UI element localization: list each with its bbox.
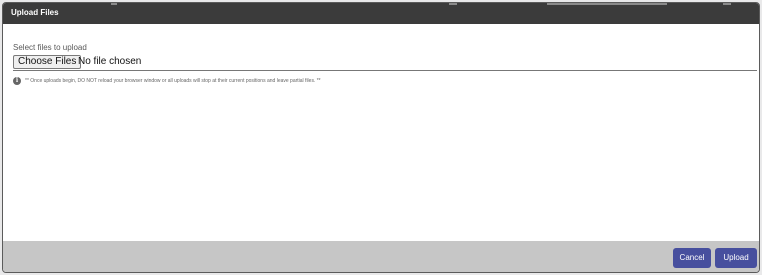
titlebar-decoration <box>547 3 667 5</box>
dialog-footer: Cancel Upload <box>3 241 759 273</box>
choose-files-button[interactable]: Choose Files <box>13 55 82 69</box>
dialog-body: Select files to upload Choose Files No f… <box>3 24 759 241</box>
titlebar-decoration <box>111 3 117 5</box>
upload-files-dialog: Upload Files Select files to upload Choo… <box>2 2 760 273</box>
titlebar-decoration <box>449 3 457 5</box>
info-icon: i <box>13 77 21 85</box>
titlebar-decoration <box>723 3 731 5</box>
file-input-label: Select files to upload <box>13 43 87 52</box>
upload-button[interactable]: Upload <box>715 248 757 268</box>
upload-warning-text: ** Once uploads begin, DO NOT reload you… <box>25 78 321 84</box>
file-status-text: No file chosen <box>78 56 142 67</box>
cancel-button[interactable]: Cancel <box>673 248 711 268</box>
file-input[interactable]: Choose Files No file chosen <box>13 55 757 71</box>
background-text-ghost <box>9 272 753 273</box>
dialog-title: Upload Files <box>11 8 59 17</box>
dialog-titlebar: Upload Files <box>3 3 759 24</box>
